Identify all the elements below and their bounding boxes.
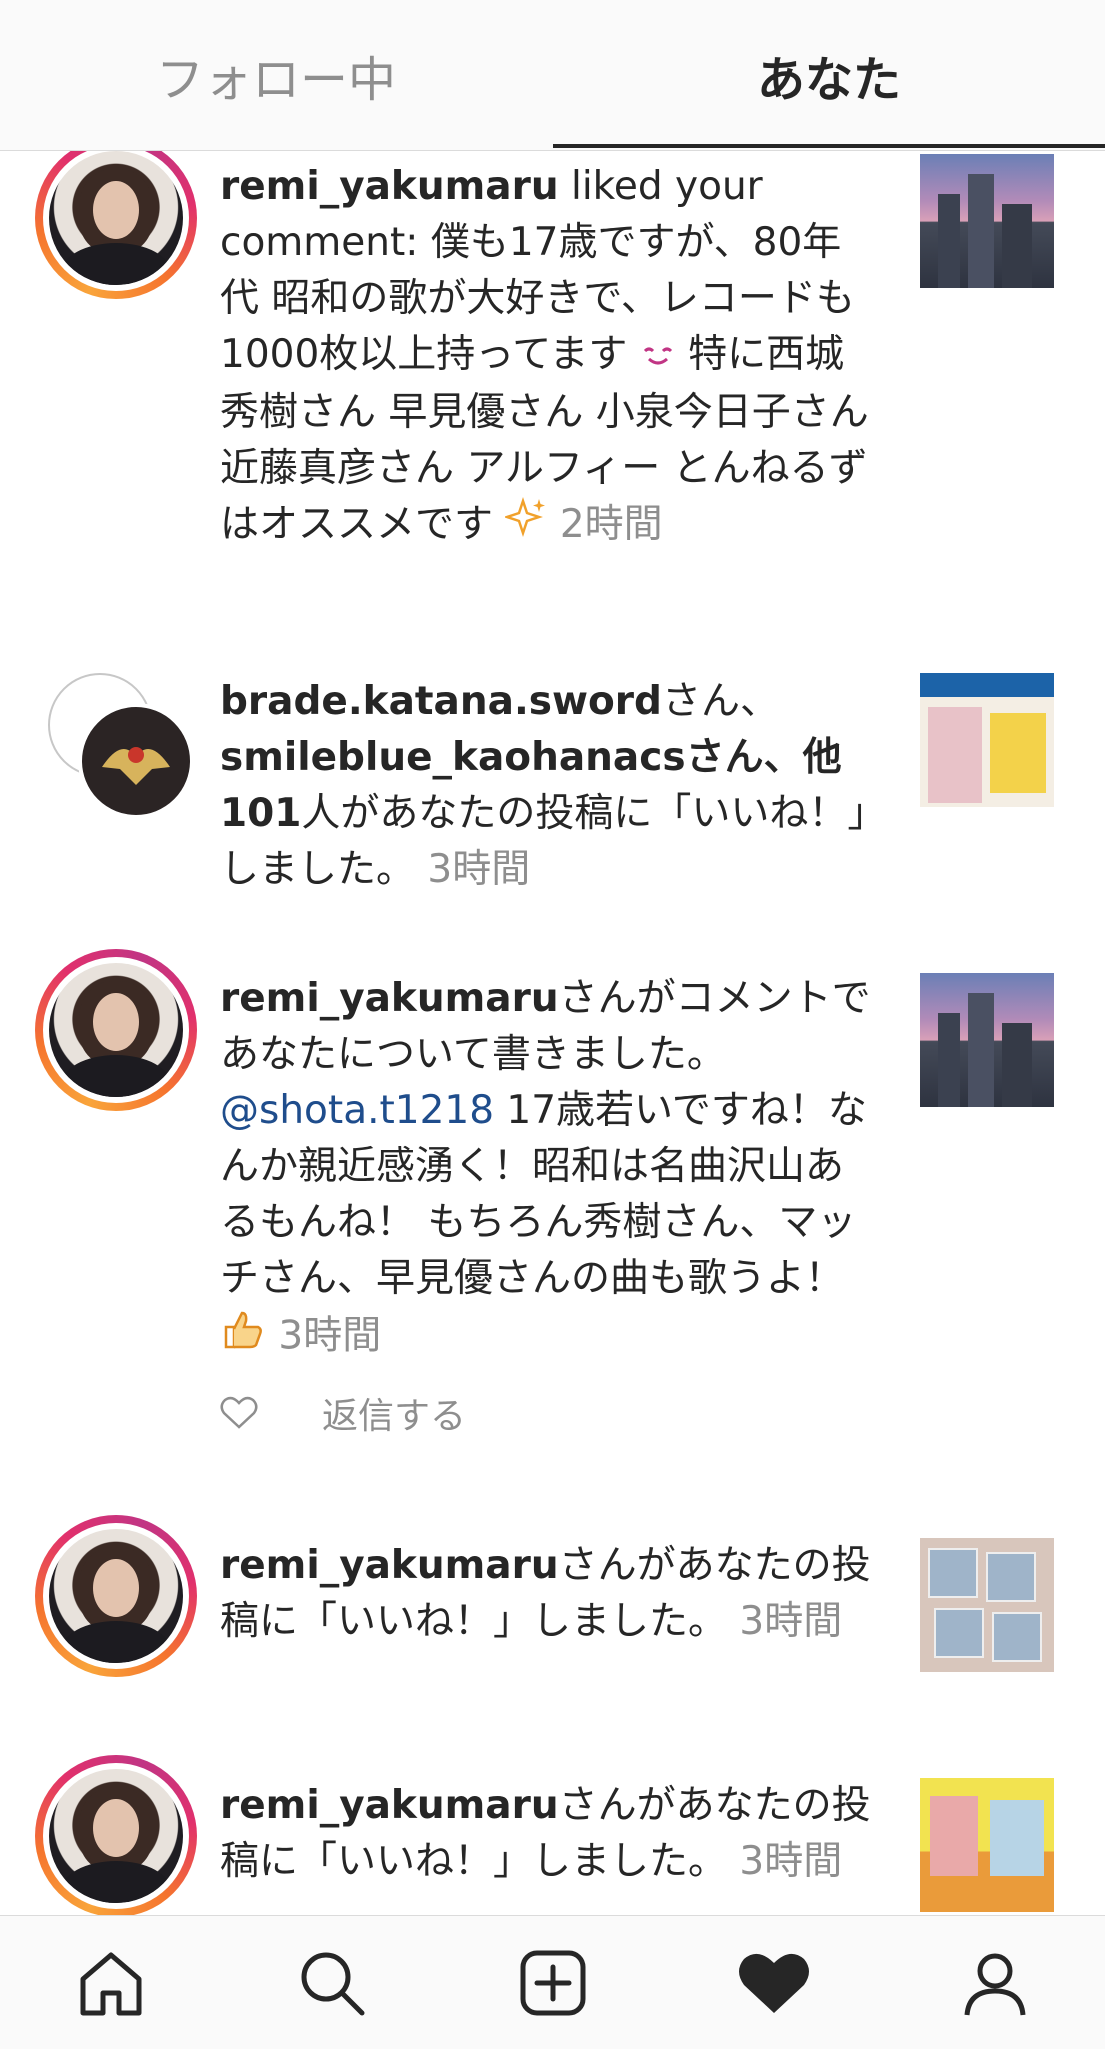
smiling-face-icon [640, 329, 676, 385]
avatar[interactable] [35, 949, 197, 1111]
profile-icon[interactable] [884, 1916, 1105, 2049]
avatar[interactable] [35, 151, 197, 299]
username[interactable]: remi_yakumaru [220, 976, 559, 1021]
timestamp: 3時間 [739, 1599, 843, 1644]
timestamp: 3時間 [427, 847, 531, 892]
post-thumbnail[interactable] [920, 973, 1054, 1107]
reply-button[interactable]: 返信する [322, 1387, 466, 1439]
bottom-navigation [0, 1915, 1105, 2049]
tab-you[interactable]: あなた [553, 0, 1105, 150]
avatar[interactable] [35, 1515, 197, 1677]
username[interactable]: smileblue_kaohanacs [220, 735, 686, 780]
like-comment-heart-icon[interactable] [220, 1396, 258, 1430]
notification-feed[interactable]: remi_yakumaru liked your comment: 僕も17歳で… [0, 151, 1105, 1915]
timestamp: 2時間 [559, 501, 663, 547]
separator-text: さん、 [661, 679, 779, 724]
activity-tabs: フォロー中 あなた [0, 0, 1105, 151]
post-thumbnail[interactable] [920, 673, 1054, 807]
notification-action: 人があなたの投稿に「いいね！」しました。 [220, 791, 867, 892]
home-icon[interactable] [0, 1916, 221, 2049]
post-thumbnail[interactable] [920, 1538, 1054, 1672]
tab-following[interactable]: フォロー中 [0, 0, 552, 150]
post-thumbnail[interactable] [920, 154, 1054, 288]
add-post-icon[interactable] [442, 1916, 663, 2049]
notification-text: remi_yakumaru liked your comment: 僕も17歳で… [220, 159, 880, 555]
thumbs-up-icon [220, 1307, 266, 1369]
username[interactable]: remi_yakumaru [220, 164, 559, 209]
comment-actions: 返信する [220, 1387, 466, 1439]
username[interactable]: remi_yakumaru [220, 1543, 559, 1588]
username[interactable]: remi_yakumaru [220, 1783, 559, 1828]
notification-text: remi_yakumaruさんがあなたの投稿に「いいね！」しました。 3時間 [220, 1538, 880, 1650]
avatar[interactable] [35, 1755, 197, 1915]
post-thumbnail[interactable] [920, 1778, 1054, 1912]
active-tab-indicator [553, 144, 1105, 148]
sparkles-icon [503, 497, 547, 555]
timestamp: 3時間 [739, 1839, 843, 1884]
activity-heart-icon[interactable] [663, 1916, 884, 2049]
notification-text: remi_yakumaruさんがコメントであなたについて書きました。 @shot… [220, 971, 880, 1369]
username[interactable]: brade.katana.sword [220, 679, 662, 724]
notification-text: remi_yakumaruさんがあなたの投稿に「いいね！」しました。 3時間 [220, 1778, 880, 1890]
avatar[interactable] [78, 703, 194, 819]
timestamp: 3時間 [278, 1313, 382, 1359]
mention-link[interactable]: @shota.t1218 [220, 1088, 494, 1133]
notification-text: brade.katana.swordさん、 smileblue_kaohanacs… [220, 674, 880, 898]
search-icon[interactable] [221, 1916, 442, 2049]
